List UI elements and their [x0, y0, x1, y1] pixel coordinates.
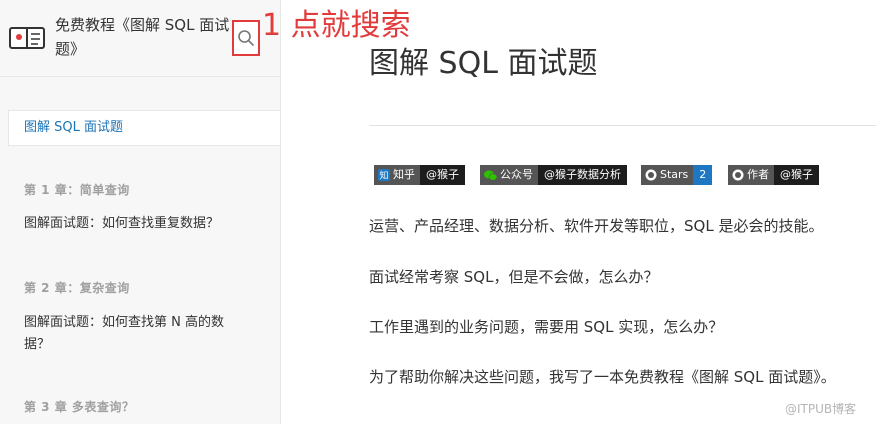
paragraph-1: 运营、产品经理、数据分析、软件开发等职位，SQL 是必会的技能。	[369, 217, 824, 235]
search-button[interactable]	[232, 20, 260, 56]
sidebar: 免费教程《图解 SQL 面试题》 图解 SQL 面试题 第 1 章：简单查询 图…	[0, 0, 281, 424]
paragraph-2: 面试经常考察 SQL，但是不会做，怎么办？	[369, 268, 659, 286]
badge-stars[interactable]: Stars 2	[641, 165, 713, 185]
badge-value: @猴子	[420, 165, 465, 185]
book-logo-icon	[9, 27, 45, 49]
badge-zhihu[interactable]: 知知乎 @猴子	[374, 165, 465, 185]
nav-item-chapter-1[interactable]: 图解面试题：如何查找重复数据？	[24, 213, 249, 235]
zhihu-icon: 知	[378, 169, 390, 181]
badge-label: 作者	[747, 168, 769, 181]
nav-item-chapter-2[interactable]: 图解面试题：如何查找第 N 高的数据？	[24, 312, 249, 356]
badge-label: 公众号	[500, 168, 533, 181]
chapter-heading-2: 第 2 章：复杂查询	[24, 281, 130, 295]
badge-author[interactable]: 作者 @猴子	[728, 165, 819, 185]
badge-wechat[interactable]: 公众号 @猴子数据分析	[480, 165, 627, 185]
sidebar-header: 免费教程《图解 SQL 面试题》	[0, 0, 280, 77]
paragraph-4: 为了帮助你解决这些问题，我写了一本免费教程《图解 SQL 面试题》。	[369, 368, 836, 386]
divider	[369, 125, 876, 126]
badge-value: 2	[693, 165, 713, 185]
nav-item-active[interactable]: 图解 SQL 面试题	[8, 110, 280, 146]
badge-value: @猴子	[774, 165, 819, 185]
badge-value: @猴子数据分析	[538, 165, 627, 185]
book-title[interactable]: 免费教程《图解 SQL 面试题》	[55, 13, 230, 61]
badge-label: Stars	[660, 168, 689, 181]
page-title: 图解 SQL 面试题	[369, 46, 598, 81]
chapter-heading-1: 第 1 章：简单查询	[24, 183, 130, 197]
github-icon	[645, 169, 657, 181]
watermark: @ITPUB博客	[785, 402, 857, 416]
svg-text:知: 知	[379, 170, 388, 182]
badge-label: 知乎	[393, 168, 415, 181]
search-icon	[238, 30, 254, 46]
paragraph-3: 工作里遇到的业务问题，需要用 SQL 实现，怎么办？	[369, 318, 724, 336]
wechat-icon	[484, 170, 497, 181]
github-icon	[732, 169, 744, 181]
chapter-heading-3: 第 3 章 多表查询？	[24, 400, 135, 414]
